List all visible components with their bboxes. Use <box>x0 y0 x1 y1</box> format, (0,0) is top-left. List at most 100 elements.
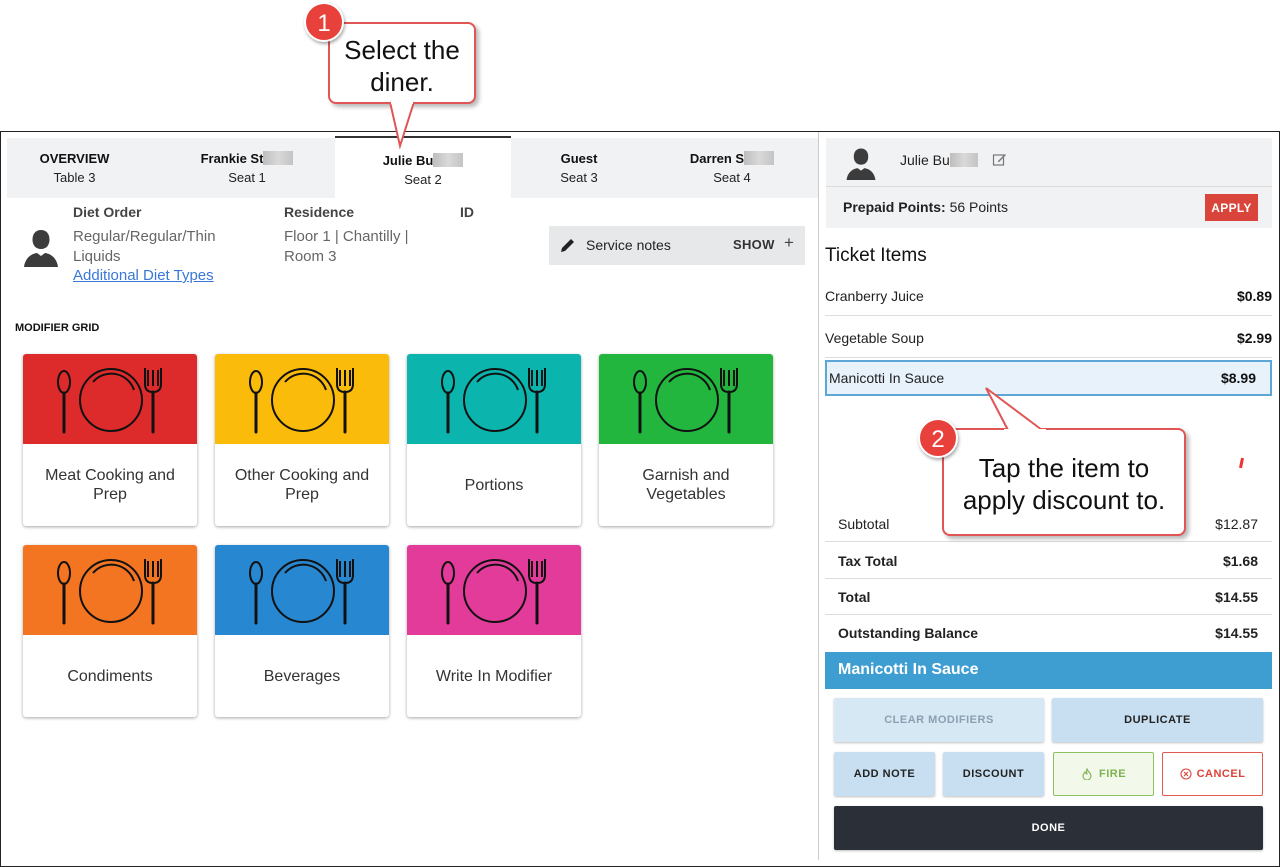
prepaid-points-value: 56 Points <box>949 199 1008 215</box>
modifier-card-color-band <box>407 354 581 444</box>
id-label: ID <box>460 204 474 220</box>
ticket-item-row[interactable]: Vegetable Soup $2.99 <box>825 318 1272 358</box>
plate-cutlery-icon <box>441 368 546 434</box>
tax-row: Tax Total $1.68 <box>825 543 1272 579</box>
modifier-card-color-band <box>23 545 197 635</box>
callout-pointer <box>985 387 1046 434</box>
tab-seat-2[interactable]: Julie Bu Seat 2 <box>335 136 511 198</box>
tab-subtitle: Seat 2 <box>404 172 442 187</box>
total-row: Total $14.55 <box>825 579 1272 615</box>
modifier-card[interactable]: Condiments <box>23 545 197 717</box>
tab-seat-3[interactable]: Guest Seat 3 <box>511 138 647 198</box>
modifier-card-color-band <box>215 354 389 444</box>
diet-order-label: Diet Order <box>73 204 142 220</box>
modifier-card-label: Condiments <box>67 667 153 685</box>
fire-button[interactable]: FIRE <box>1053 752 1154 796</box>
tab-seat-4[interactable]: Darren S Seat 4 <box>657 138 807 198</box>
tab-subtitle: Seat 4 <box>713 170 751 185</box>
cancel-circle-icon <box>1180 768 1192 780</box>
cancel-label: CANCEL <box>1196 768 1246 780</box>
service-notes-bar[interactable]: Service notes SHOW + <box>549 226 805 265</box>
clear-modifiers-button[interactable]: CLEAR MODIFIERS <box>834 698 1044 742</box>
modifier-card[interactable]: Meat Cooking and Prep <box>23 354 197 526</box>
plate-cutlery-icon <box>633 368 738 434</box>
redacted-name <box>433 153 464 167</box>
selected-item-header: Manicotti In Sauce <box>825 652 1272 689</box>
modifier-card-label: Meat Cooking and Prep <box>45 467 175 503</box>
modifier-card-label: Write In Modifier <box>435 667 553 685</box>
callout-number-badge: 1 <box>304 2 344 42</box>
service-notes-label: Service notes <box>586 237 671 253</box>
modifier-card[interactable]: Beverages <box>215 545 389 717</box>
flame-icon <box>1082 768 1092 780</box>
tab-title: Julie Bu <box>382 153 434 168</box>
pencil-icon <box>561 239 574 252</box>
duplicate-button[interactable]: DUPLICATE <box>1052 698 1263 742</box>
subtotal-label: Subtotal <box>838 516 890 532</box>
tab-subtitle: Table 3 <box>53 170 96 185</box>
ticket-items-title: Ticket Items <box>825 245 927 266</box>
diet-order-line-2: Liquids <box>73 248 121 265</box>
prepaid-points-label: Prepaid Points: <box>843 199 946 215</box>
modifier-card-label: Other Cooking and Prep <box>234 467 370 503</box>
edit-icon[interactable] <box>992 152 1007 167</box>
item-price: $0.89 <box>1236 288 1272 304</box>
fire-label: FIRE <box>1098 768 1127 780</box>
modifier-card[interactable]: Write In Modifier <box>407 545 581 717</box>
callout-pointer <box>389 100 415 150</box>
tab-title: Frankie St <box>200 151 264 166</box>
service-notes-toggle[interactable]: SHOW <box>733 237 775 252</box>
balance-value: $14.55 <box>1215 625 1258 641</box>
diner-avatar-icon <box>24 230 58 267</box>
tax-value: $1.68 <box>1222 553 1258 569</box>
add-note-button[interactable]: ADD NOTE <box>834 752 935 796</box>
tab-title: OVERVIEW <box>39 151 110 166</box>
selected-diner-header: Julie Bu Prepaid Points: 56 Points APPLY <box>826 138 1272 228</box>
callout-line: diner. <box>370 67 434 97</box>
diner-name: Julie Bu <box>900 152 950 168</box>
item-price: $8.99 <box>1220 370 1256 386</box>
plate-cutlery-icon <box>249 368 354 434</box>
balance-row: Outstanding Balance $14.55 <box>825 615 1272 651</box>
modifier-card[interactable]: Portions <box>407 354 581 526</box>
cancel-button[interactable]: CANCEL <box>1162 752 1263 796</box>
tab-title: Guest <box>560 151 598 166</box>
tab-seat-1[interactable]: Frankie St Seat 1 <box>167 138 327 198</box>
residence-line-2: Room 3 <box>284 248 337 265</box>
modifier-card-label: Garnish and Vegetables <box>642 467 730 503</box>
ticket-item-row[interactable]: Cranberry Juice $0.89 <box>825 276 1272 316</box>
modifier-card-color-band <box>599 354 773 444</box>
panel-divider <box>818 132 819 860</box>
modifier-grid-title: MODIFIER GRID <box>15 322 100 334</box>
tab-subtitle: Seat 1 <box>228 170 266 185</box>
discount-button[interactable]: DISCOUNT <box>943 752 1044 796</box>
tax-label: Tax Total <box>838 553 898 569</box>
item-name: Manicotti In Sauce <box>829 370 945 386</box>
redacted-name <box>949 153 978 167</box>
item-name: Vegetable Soup <box>825 330 924 346</box>
tab-overview[interactable]: OVERVIEW Table 3 <box>7 138 142 198</box>
item-name: Cranberry Juice <box>825 288 924 304</box>
plus-icon[interactable]: + <box>784 233 794 253</box>
modifier-card[interactable]: Other Cooking and Prep <box>215 354 389 526</box>
callout-select-diner: Select the diner. <box>328 22 476 104</box>
done-button[interactable]: DONE <box>834 806 1263 850</box>
plate-cutlery-icon <box>57 559 162 625</box>
balance-label: Outstanding Balance <box>838 625 979 641</box>
plate-cutlery-icon <box>249 559 354 625</box>
modifier-card[interactable]: Garnish and Vegetables <box>599 354 773 526</box>
diet-order-line-1: Regular/Regular/Thin <box>73 228 216 245</box>
plate-cutlery-icon <box>57 368 162 434</box>
modifier-card-color-band <box>407 545 581 635</box>
apply-button[interactable]: APPLY <box>1205 194 1258 221</box>
residence-label: Residence <box>284 204 355 220</box>
item-price: $2.99 <box>1236 330 1272 346</box>
subtotal-value: $12.87 <box>1215 516 1258 532</box>
callout-line: Select the <box>344 35 460 65</box>
additional-diet-types-link[interactable]: Additional Diet Types <box>73 266 214 286</box>
callout-tap-item: Tap the item to apply discount to. <box>942 428 1186 536</box>
header-separator <box>826 186 1272 187</box>
tab-subtitle: Seat 3 <box>560 170 598 185</box>
modifier-card-label: Beverages <box>263 667 341 685</box>
redacted-name <box>744 151 775 165</box>
